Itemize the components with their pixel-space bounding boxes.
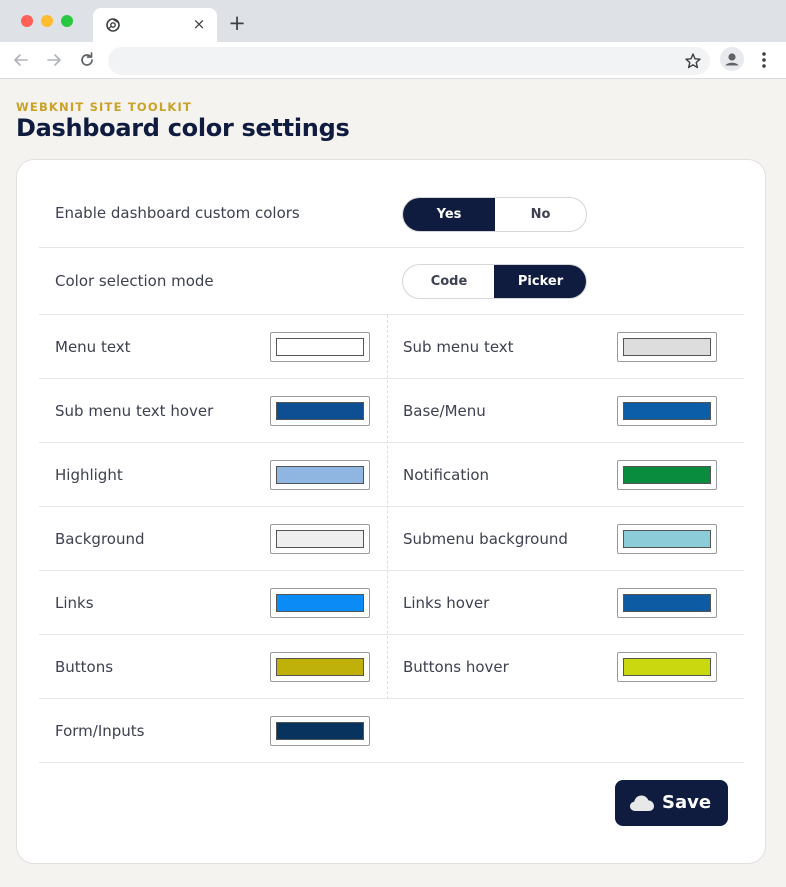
buttons-color-picker[interactable]: [270, 652, 370, 682]
buttons-hover-color-picker[interactable]: [617, 652, 717, 682]
person-icon: [725, 53, 739, 66]
chrome-icon: [106, 18, 120, 32]
color-selection-mode-label: Color selection mode: [55, 272, 214, 290]
form-inputs-label: Form/Inputs: [55, 722, 145, 740]
links-hover-label: Links hover: [403, 594, 490, 612]
links-color-picker[interactable]: [270, 588, 370, 618]
app-eyebrow-title: WEBKNIT SITE TOOLKIT: [16, 100, 192, 114]
cloud-icon: [630, 795, 654, 811]
buttons-hover-label: Buttons hover: [403, 658, 509, 676]
base-menu-label: Base/Menu: [403, 402, 486, 420]
enable-custom-colors-row: Enable dashboard custom colors Yes No: [39, 180, 744, 248]
mode-code-option[interactable]: Code: [403, 265, 495, 298]
more-options-icon[interactable]: [755, 50, 773, 70]
color-selection-mode-toggle: Code Picker: [402, 264, 587, 299]
links-label: Links: [55, 594, 94, 612]
form-inputs-color-picker[interactable]: [270, 716, 370, 746]
sub-menu-text-label: Sub menu text: [403, 338, 514, 356]
tab-close-icon[interactable]: ×: [191, 15, 207, 33]
bookmark-star-icon[interactable]: [684, 52, 702, 70]
page-title: Dashboard color settings: [16, 114, 350, 142]
base-menu-color-picker[interactable]: [617, 396, 717, 426]
minimize-window-button[interactable]: [41, 15, 53, 27]
notification-label: Notification: [403, 466, 490, 484]
buttons-label: Buttons: [55, 658, 114, 676]
profile-avatar-button[interactable]: [720, 47, 744, 71]
sub-menu-text-hover-label: Sub menu text hover: [55, 402, 214, 420]
mode-picker-option[interactable]: Picker: [494, 265, 586, 298]
enable-yes-option[interactable]: Yes: [403, 198, 495, 231]
links-hover-color-picker[interactable]: [617, 588, 717, 618]
settings-card: Enable dashboard custom colors Yes No Co…: [16, 159, 766, 864]
maximize-window-button[interactable]: [61, 15, 73, 27]
back-arrow-icon[interactable]: [10, 49, 32, 71]
sub-menu-text-hover-color-picker[interactable]: [270, 396, 370, 426]
enable-no-option[interactable]: No: [494, 198, 586, 231]
browser-toolbar: [0, 42, 786, 79]
new-tab-button[interactable]: +: [227, 13, 247, 34]
browser-chrome: × +: [0, 0, 786, 79]
address-bar[interactable]: [108, 47, 710, 75]
sub-menu-text-color-picker[interactable]: [617, 332, 717, 362]
background-color-picker[interactable]: [270, 524, 370, 554]
submenu-background-color-picker[interactable]: [617, 524, 717, 554]
save-label: Save: [662, 792, 712, 813]
forward-arrow-icon[interactable]: [43, 49, 65, 71]
enable-custom-colors-label: Enable dashboard custom colors: [55, 204, 300, 222]
background-label: Background: [55, 530, 145, 548]
save-button[interactable]: Save: [615, 780, 728, 826]
reload-icon[interactable]: [76, 49, 98, 71]
close-window-button[interactable]: [21, 15, 33, 27]
notification-color-picker[interactable]: [617, 460, 717, 490]
menu-text-color-picker[interactable]: [270, 332, 370, 362]
highlight-color-picker[interactable]: [270, 460, 370, 490]
tab-bar: × +: [0, 0, 786, 42]
highlight-label: Highlight: [55, 466, 123, 484]
menu-text-label: Menu text: [55, 338, 131, 356]
submenu-background-label: Submenu background: [403, 530, 568, 548]
browser-tab[interactable]: ×: [93, 8, 217, 42]
enable-custom-colors-toggle: Yes No: [402, 197, 587, 232]
color-selection-mode-row: Color selection mode Code Picker: [39, 248, 744, 315]
